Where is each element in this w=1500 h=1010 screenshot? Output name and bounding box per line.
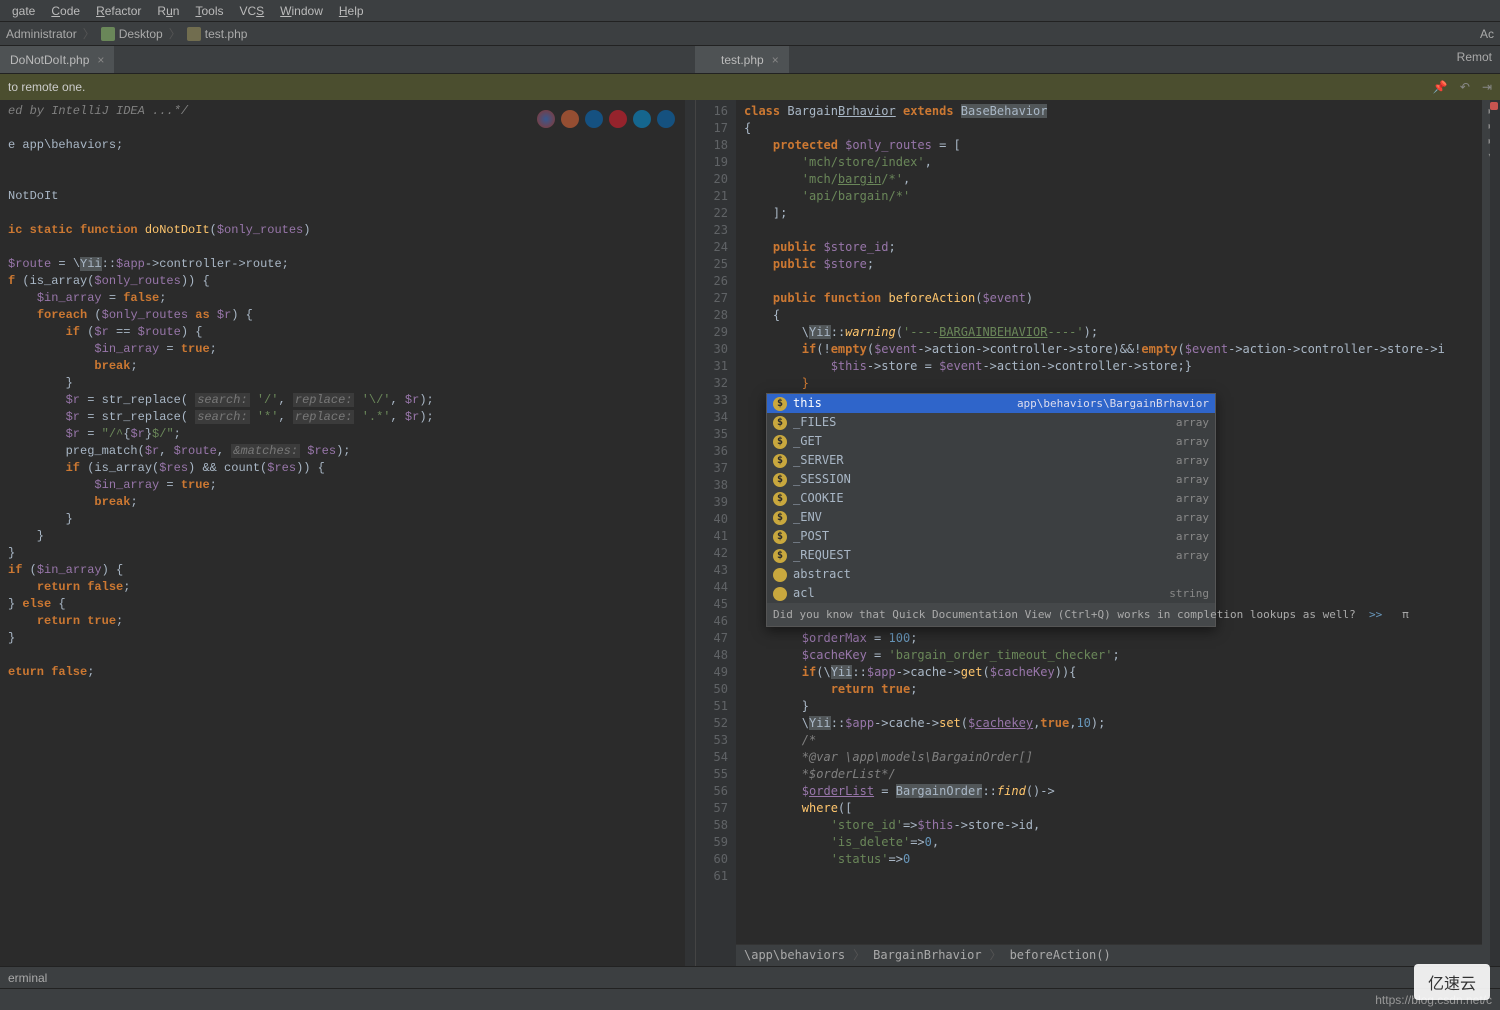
structure-breadcrumb: \app\behaviors 〉 BargainBrhavior 〉 befor… bbox=[736, 944, 1482, 966]
nav-class[interactable]: BargainBrhavior bbox=[873, 947, 981, 964]
menu-tools[interactable]: Tools bbox=[187, 4, 231, 18]
php-file-icon bbox=[705, 54, 717, 66]
pin-icon[interactable]: 📌 bbox=[1433, 80, 1448, 94]
editor-tabs-left: DoNotDoIt.php × bbox=[0, 46, 695, 74]
line-gutter: 16 17 18 19 20 21 22 23 24 25 26 27 28 2… bbox=[696, 100, 736, 966]
completion-item[interactable]: $_GETarray bbox=[767, 432, 1215, 451]
completion-item[interactable]: aclstring bbox=[767, 584, 1215, 603]
collapse-icon[interactable]: ⇥ bbox=[1482, 80, 1492, 94]
breadcrumb: Administrator 〉 Desktop 〉 test.php Ac bbox=[0, 22, 1500, 46]
variable-icon: $ bbox=[773, 454, 787, 468]
remote-label: Remot bbox=[1449, 46, 1500, 68]
watermark: 亿速云 bbox=[1414, 964, 1490, 1000]
chevron-right-icon: 〉 bbox=[83, 25, 95, 42]
terminal-tab[interactable]: erminal bbox=[8, 971, 47, 985]
breadcrumb-desktop[interactable]: Desktop bbox=[119, 27, 163, 41]
variable-icon: $ bbox=[773, 397, 787, 411]
variable-icon bbox=[773, 568, 787, 582]
browser-icons bbox=[537, 110, 675, 128]
completion-item[interactable]: $_COOKIEarray bbox=[767, 489, 1215, 508]
completion-item[interactable]: abstract bbox=[767, 565, 1215, 584]
notification-bar: to remote one. 📌 ↶ ⇥ bbox=[0, 74, 1500, 100]
completion-item[interactable]: $thisapp\behaviors\BargainBrhavior bbox=[767, 394, 1215, 413]
chevron-right-icon: 〉 bbox=[990, 947, 1002, 964]
variable-icon: $ bbox=[773, 492, 787, 506]
status-bar: https://blog.csdn.net/c bbox=[0, 988, 1500, 1010]
menu-window[interactable]: Window bbox=[272, 4, 331, 18]
editor-split: ed by IntelliJ IDEA ...*/ e app\behavior… bbox=[0, 100, 1500, 966]
menu-vcs[interactable]: VCS bbox=[231, 4, 272, 18]
completion-item[interactable]: $_REQUESTarray bbox=[767, 546, 1215, 565]
error-stripe[interactable] bbox=[1490, 100, 1500, 966]
undo-icon[interactable]: ↶ bbox=[1460, 80, 1470, 94]
variable-icon: $ bbox=[773, 435, 787, 449]
firefox-icon[interactable] bbox=[561, 110, 579, 128]
completion-item[interactable]: $_FILESarray bbox=[767, 413, 1215, 432]
nav-method[interactable]: beforeAction() bbox=[1010, 947, 1111, 964]
menu-refactor[interactable]: Refactor bbox=[88, 4, 149, 18]
menu-help[interactable]: Help bbox=[331, 4, 372, 18]
tab-label: test.php bbox=[721, 53, 764, 67]
chevron-right-icon: 〉 bbox=[169, 25, 181, 42]
left-editor[interactable]: ed by IntelliJ IDEA ...*/ e app\behavior… bbox=[0, 100, 695, 966]
main-menu[interactable]: gate Code Refactor Run Tools VCS Window … bbox=[0, 0, 1500, 22]
tab-testphp[interactable]: test.php × bbox=[695, 46, 789, 73]
code-area-left[interactable]: ed by IntelliJ IDEA ...*/ e app\behavior… bbox=[0, 100, 695, 684]
variable-icon: $ bbox=[773, 511, 787, 525]
chrome-icon[interactable] bbox=[537, 110, 555, 128]
variable-icon bbox=[773, 587, 787, 601]
nav-namespace[interactable]: \app\behaviors bbox=[744, 947, 845, 964]
completion-item[interactable]: $_ENVarray bbox=[767, 508, 1215, 527]
breadcrumb-right[interactable]: Ac bbox=[1480, 27, 1494, 41]
right-editor[interactable]: 16 17 18 19 20 21 22 23 24 25 26 27 28 2… bbox=[695, 100, 1500, 966]
completion-popup[interactable]: $thisapp\behaviors\BargainBrhavior$_FILE… bbox=[766, 393, 1216, 627]
ie-icon[interactable] bbox=[585, 110, 603, 128]
close-icon[interactable]: × bbox=[97, 53, 104, 67]
variable-icon: $ bbox=[773, 549, 787, 563]
more-link[interactable]: >> bbox=[1369, 608, 1382, 621]
variable-icon: $ bbox=[773, 416, 787, 430]
notification-text: to remote one. bbox=[8, 80, 85, 94]
menu-code[interactable]: Code bbox=[43, 4, 88, 18]
error-stripe[interactable] bbox=[685, 100, 695, 966]
tool-window-bar[interactable]: erminal bbox=[0, 966, 1500, 988]
tab-label: DoNotDoIt.php bbox=[10, 53, 89, 67]
completion-item[interactable]: $_SESSIONarray bbox=[767, 470, 1215, 489]
menu-navigate[interactable]: gate bbox=[4, 4, 43, 18]
php-file-icon bbox=[187, 27, 201, 41]
menu-run[interactable]: Run bbox=[149, 4, 187, 18]
close-icon[interactable]: × bbox=[772, 53, 779, 67]
tab-donotdoit[interactable]: DoNotDoIt.php × bbox=[0, 46, 114, 73]
folder-icon bbox=[101, 27, 115, 41]
popup-footer: Did you know that Quick Documentation Vi… bbox=[767, 603, 1215, 626]
edge-icon[interactable] bbox=[633, 110, 651, 128]
breadcrumb-user[interactable]: Administrator bbox=[6, 27, 77, 41]
code-area-right[interactable]: class BargainBrhavior extends BaseBehavi… bbox=[736, 100, 1482, 966]
chevron-right-icon: 〉 bbox=[853, 947, 865, 964]
breadcrumb-file[interactable]: test.php bbox=[205, 27, 248, 41]
completion-item[interactable]: $_POSTarray bbox=[767, 527, 1215, 546]
opera-icon[interactable] bbox=[609, 110, 627, 128]
variable-icon: $ bbox=[773, 530, 787, 544]
completion-item[interactable]: $_SERVERarray bbox=[767, 451, 1215, 470]
error-indicator-icon[interactable] bbox=[1490, 102, 1498, 110]
editor-tabs-right: test.php × Remot bbox=[695, 46, 1500, 74]
edge2-icon[interactable] bbox=[657, 110, 675, 128]
variable-icon: $ bbox=[773, 473, 787, 487]
